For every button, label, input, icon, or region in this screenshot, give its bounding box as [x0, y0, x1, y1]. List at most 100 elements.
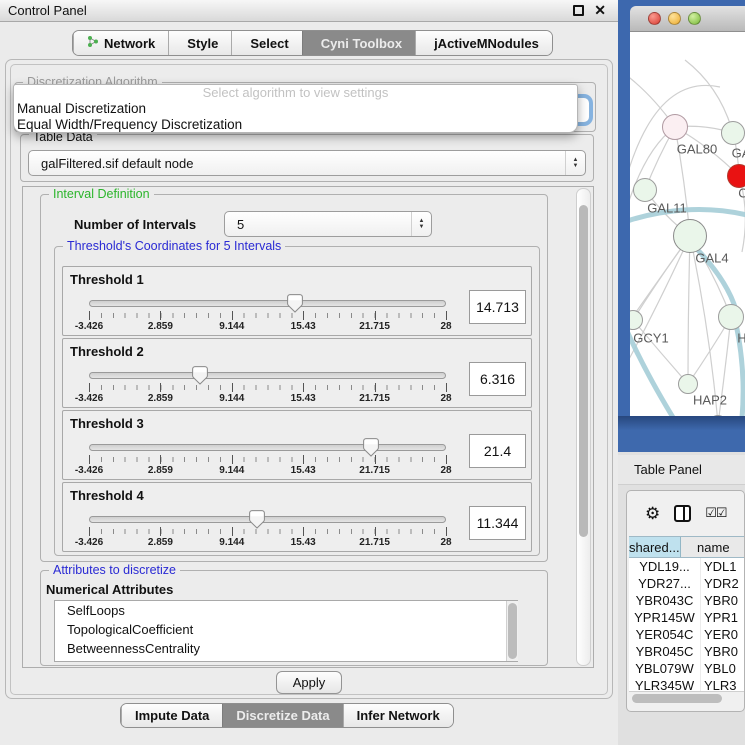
- slider-track[interactable]: [89, 444, 446, 451]
- checkbox-columns-icon[interactable]: ☑☑: [705, 505, 726, 521]
- attributes-scrollbar-thumb[interactable]: [508, 603, 517, 659]
- tab-item[interactable]: Cyni Toolbox: [302, 31, 415, 55]
- mac-close-button[interactable]: [648, 12, 661, 25]
- control-panel: Control Panel ✕ Network Style Select: [0, 0, 618, 745]
- tab-label: Style: [187, 36, 218, 51]
- threshold-row: Threshold 3 -3.4262.8599.14415.4321.7152…: [62, 410, 532, 480]
- slider-tick-label: 9.144: [219, 465, 244, 476]
- slider-tick-label: -3.426: [75, 537, 103, 548]
- cell-shared-name[interactable]: YER054C: [629, 626, 701, 643]
- column-header-shared-name[interactable]: shared...: [629, 537, 681, 557]
- attributes-list-scrollbar[interactable]: [506, 601, 518, 661]
- cell-name[interactable]: YDL1: [701, 558, 745, 575]
- column-header-name[interactable]: name: [681, 537, 745, 557]
- network-node-gal80[interactable]: [662, 114, 688, 140]
- cell-name[interactable]: YBL0: [701, 660, 745, 677]
- combo-stepper-icon[interactable]: ▲ ▼: [411, 212, 431, 236]
- cell-shared-name[interactable]: YBR045C: [629, 643, 701, 660]
- network-node-h[interactable]: [718, 304, 744, 330]
- tab-item[interactable]: Network: [73, 31, 168, 55]
- network-node-label: HAP2: [693, 393, 727, 408]
- control-panel-tabs: Network Style Select Cyni Toolbox: [72, 30, 553, 56]
- network-node-c[interactable]: [727, 164, 745, 188]
- table-row[interactable]: YPR145W YPR1: [629, 609, 745, 626]
- settings-gear-icon[interactable]: ⚙: [645, 505, 660, 522]
- table-toolbar: ⚙ ☑☑: [627, 491, 744, 535]
- control-panel-title: Control Panel: [8, 3, 87, 18]
- cell-shared-name[interactable]: YBL079W: [629, 660, 701, 677]
- network-canvas[interactable]: GAL80GACGAL11GAL4GCY1HHAP2: [630, 32, 745, 418]
- table-row[interactable]: YBL079W YBL0: [629, 660, 745, 677]
- slider-track[interactable]: [89, 372, 446, 379]
- attribute-list-item[interactable]: SelfLoops: [55, 601, 517, 620]
- network-node-hap2[interactable]: [678, 374, 698, 394]
- slider-major-tick: [89, 383, 90, 392]
- table-data-combobox[interactable]: galFiltered.sif default node ▲ ▼: [28, 150, 586, 176]
- slider-major-tick: [375, 455, 376, 464]
- attribute-list-item[interactable]: BetweennessCentrality: [55, 639, 517, 658]
- table-row[interactable]: YDL19... YDL1: [629, 558, 745, 575]
- threshold-row: Threshold 1 -3.4262.8599.14415.4321.7152…: [62, 266, 532, 336]
- network-window-titlebar[interactable]: [630, 6, 745, 32]
- tab-label: Impute Data: [135, 708, 209, 723]
- algorithm-option-manual[interactable]: Manual Discretization: [14, 101, 577, 117]
- threshold-value-field[interactable]: 21.4: [469, 434, 526, 468]
- cell-name[interactable]: YER0: [701, 626, 745, 643]
- node-table: shared... name YDL19... YDL1 YDR27... YD…: [629, 536, 745, 691]
- tab-label: jActiveMNodules: [434, 36, 539, 51]
- slider-major-tick: [89, 455, 90, 464]
- network-node-gal4[interactable]: [673, 219, 707, 253]
- slider-tick-label: 21.715: [359, 465, 390, 476]
- tab-item[interactable]: jActiveMNodules: [415, 31, 552, 55]
- table-row[interactable]: YLR345W YLR3: [629, 677, 745, 691]
- mac-minimize-button[interactable]: [668, 12, 681, 25]
- vertical-scrollbar[interactable]: [576, 188, 591, 666]
- cell-name[interactable]: YBR0: [701, 592, 745, 609]
- attribute-list-item[interactable]: TopologicalCoefficient: [55, 620, 517, 639]
- cell-name[interactable]: YLR3: [701, 677, 745, 691]
- mac-zoom-button[interactable]: [688, 12, 701, 25]
- application-window: Control Panel ✕ Network Style Select: [0, 0, 745, 745]
- cell-shared-name[interactable]: YPR145W: [629, 609, 701, 626]
- number-of-intervals-combobox[interactable]: 5 ▲ ▼: [224, 211, 432, 237]
- cell-shared-name[interactable]: YLR345W: [629, 677, 701, 691]
- horizontal-scrollbar-thumb[interactable]: [632, 694, 722, 703]
- close-icon[interactable]: ✕: [594, 2, 606, 19]
- cell-name[interactable]: YBR0: [701, 643, 745, 660]
- table-header-row: shared... name: [629, 536, 745, 558]
- network-node-gal11[interactable]: [633, 178, 657, 202]
- float-window-icon[interactable]: [573, 5, 584, 16]
- table-row[interactable]: YER054C YER0: [629, 626, 745, 643]
- tab-item[interactable]: Style: [168, 31, 231, 55]
- tab-item[interactable]: Select: [231, 31, 301, 55]
- tab-item[interactable]: Infer Network: [343, 704, 453, 727]
- threshold-value-field[interactable]: 6.316: [469, 362, 526, 396]
- column-layout-icon[interactable]: [674, 505, 691, 522]
- network-node-ga[interactable]: [721, 121, 745, 145]
- slider-track[interactable]: [89, 300, 446, 307]
- table-row[interactable]: YBR043C YBR0: [629, 592, 745, 609]
- threshold-value-field[interactable]: 11.344: [469, 506, 526, 540]
- cell-name[interactable]: YPR1: [701, 609, 745, 626]
- cell-shared-name[interactable]: YDL19...: [629, 558, 701, 575]
- cell-shared-name[interactable]: YBR043C: [629, 592, 701, 609]
- tab-label: Infer Network: [357, 708, 440, 723]
- combo-stepper-icon[interactable]: ▲ ▼: [565, 151, 585, 175]
- cell-shared-name[interactable]: YDR27...: [629, 575, 701, 592]
- table-rows: YDL19... YDL1 YDR27... YDR2 YBR043C YBR0: [629, 558, 745, 691]
- tab-item[interactable]: Impute Data: [121, 704, 222, 727]
- slider-tick-labels: -3.4262.8599.14415.4321.71528: [89, 537, 446, 549]
- numerical-attributes-label: Numerical Attributes: [46, 582, 173, 597]
- table-row[interactable]: YDR27... YDR2: [629, 575, 745, 592]
- slider-track[interactable]: [89, 516, 446, 523]
- slider-major-tick: [446, 455, 447, 464]
- cell-name[interactable]: YDR2: [701, 575, 745, 592]
- algorithm-option-equal-width[interactable]: Equal Width/Frequency Discretization: [14, 117, 577, 133]
- tab-item[interactable]: Discretize Data: [222, 704, 342, 727]
- threshold-value-field[interactable]: 14.713: [469, 290, 526, 324]
- table-row[interactable]: YBR045C YBR0: [629, 643, 745, 660]
- vertical-scrollbar-thumb[interactable]: [579, 205, 588, 537]
- horizontal-scrollbar[interactable]: [629, 691, 744, 704]
- apply-button[interactable]: Apply: [276, 671, 342, 694]
- slider-tick-label: 28: [440, 465, 451, 476]
